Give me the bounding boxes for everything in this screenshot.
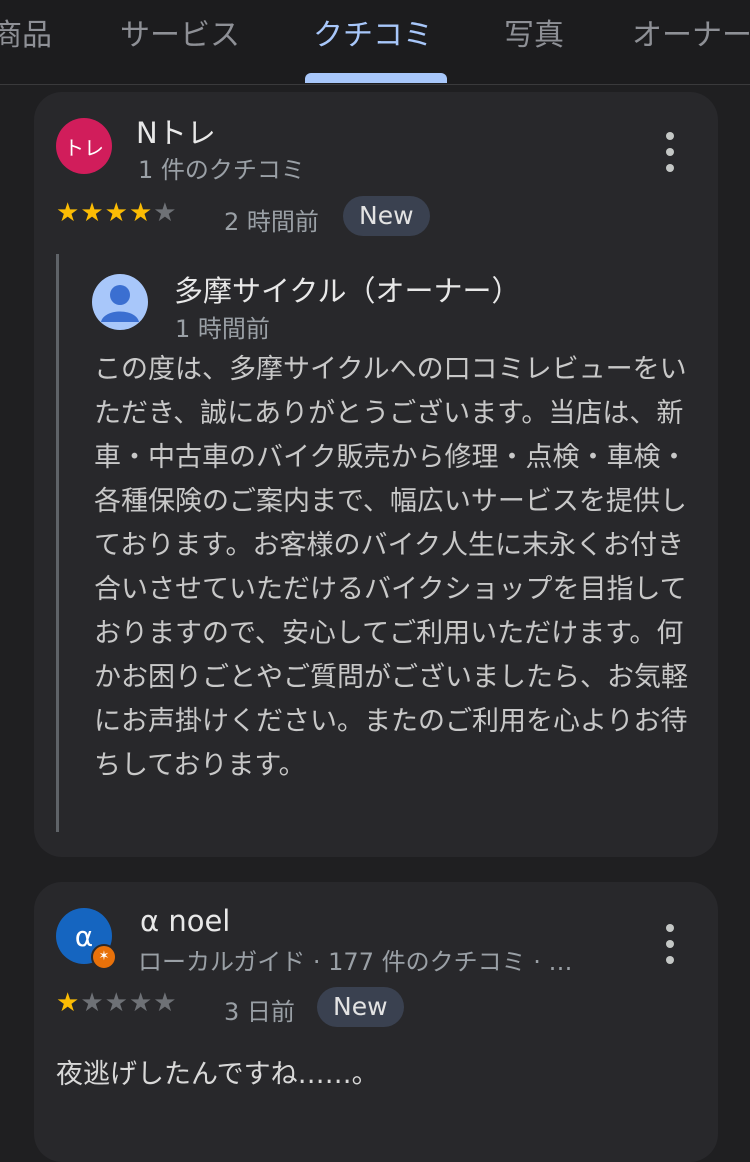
- star-icon: ★: [56, 988, 81, 1018]
- star-icon: ★: [80, 198, 105, 228]
- star-icon: ★: [153, 988, 178, 1018]
- reviewer-meta: 1 件のクチコミ: [138, 156, 305, 184]
- owner-reply-text: この度は、多摩サイクルへの口コミレビューをいただき、誠にありがとうございます。当…: [94, 354, 688, 781]
- reviewer-avatar[interactable]: トレ: [56, 118, 112, 174]
- tab-photos[interactable]: 写真: [504, 12, 564, 60]
- review-time: 2 時間前: [224, 208, 319, 236]
- person-icon: [101, 285, 139, 322]
- new-badge: New: [317, 987, 404, 1027]
- star-icon: ★: [56, 198, 81, 228]
- reviewer-meta: ローカルガイド · 177 件のクチコミ · …: [138, 948, 573, 976]
- star-rating: ★★★★★: [56, 198, 178, 228]
- star-icon: ★: [104, 198, 129, 228]
- avatar-initials: トレ: [64, 135, 104, 160]
- owner-reply-time: 1 時間前: [175, 315, 270, 343]
- owner-name: 多摩サイクル（オーナー）: [174, 274, 521, 308]
- tab-owner[interactable]: オーナー: [632, 12, 750, 60]
- reviewer-name[interactable]: α noel: [140, 904, 230, 938]
- star-icon: ★: [128, 198, 154, 228]
- reply-divider: [56, 254, 59, 832]
- tab-bar: 商品 サービス クチコミ 写真 オーナー: [0, 0, 750, 85]
- more-options-icon[interactable]: [663, 924, 677, 964]
- local-guide-icon: ✶: [91, 944, 117, 970]
- review-card: α ✶ α noel ローカルガイド · 177 件のクチコミ · … ★★★★…: [34, 882, 718, 1162]
- review-card: トレ Nトレ 1 件のクチコミ ★★★★★ 2 時間前 New 多摩サイクル（オ…: [34, 92, 718, 857]
- review-time: 3 日前: [224, 998, 295, 1026]
- avatar-initials: α: [74, 919, 94, 953]
- star-icon: ★: [128, 988, 154, 1018]
- star-icon: ★: [153, 198, 178, 228]
- tab-reviews[interactable]: クチコミ: [313, 12, 433, 60]
- reviewer-name[interactable]: Nトレ: [136, 110, 216, 152]
- tab-services[interactable]: サービス: [120, 12, 240, 60]
- star-icon: ★: [80, 988, 105, 1018]
- star-icon: ★: [104, 988, 129, 1018]
- new-badge: New: [343, 196, 430, 236]
- more-options-icon[interactable]: [663, 132, 677, 172]
- review-text: 夜逃げしたんですね……。: [56, 1059, 379, 1090]
- owner-avatar: [92, 274, 148, 330]
- star-rating: ★★★★★: [56, 988, 178, 1018]
- active-tab-indicator: [305, 73, 447, 83]
- tab-products[interactable]: 商品: [0, 12, 52, 60]
